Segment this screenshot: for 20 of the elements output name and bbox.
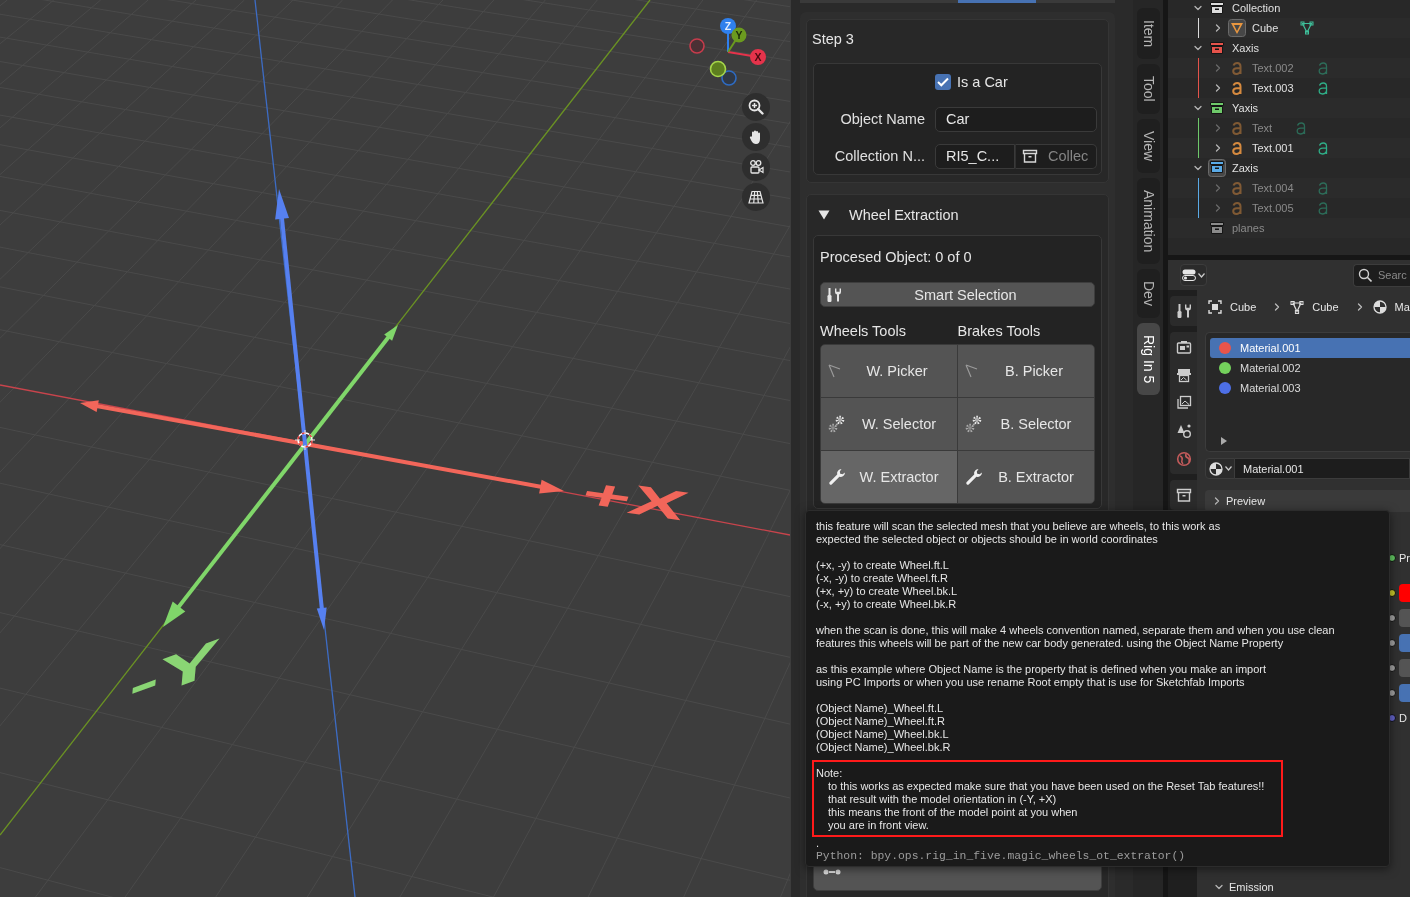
- x-axis-label: +X: [574, 469, 695, 529]
- y-axis-label: -Y: [127, 627, 222, 716]
- note-text: to this works as expected make sure that you have been used on the Reset Tab features!! that result with the model orientation in (-Y, +X) this means the front of the model point at you when you are in front view.: [827, 780, 1265, 832]
- tooltip-text: as this example where Object Name is the property that is defined when you make an import using PC Imports or when you use rename Root empty that is use for Sketchfab Imports: [816, 663, 1266, 689]
- column-heading: Wheels Tools: [820, 322, 907, 341]
- field-label: Collection N...: [833, 148, 925, 164]
- field-label: Object Name: [839, 111, 925, 127]
- input-label: D: [1399, 712, 1408, 724]
- tooltip-text: (+x, -y) to create Wheel.ft.L (-x, -y) to create Wheel.ft.R (+x, +y) to create Wheel.bk.L (-x, +y) to create Wheel.bk.R: [816, 559, 958, 611]
- panel-title: Wheel Extraction: [849, 207, 959, 223]
- panel-title: Step 3: [812, 30, 854, 47]
- column-heading: Brakes Tools: [957, 322, 1042, 341]
- tooltip-text: .: [816, 836, 820, 850]
- tooltip-text: when the scan is done, this will make 4 wheels convention named, separate them and when you use clean features this wheels will be part of the new car body generated. using the Object Name Property: [816, 624, 1335, 650]
- status-text: Procesed Object: 0 of 0: [820, 248, 973, 267]
- python-command: Python: bpy.ops.rig_in_five.magic_wheels_ot_extrator(): [816, 849, 1186, 863]
- tooltip-text: this feature will scan the selected mesh that you believe are wheels, to this work as expected the selected object or objects should be in world coordinates: [816, 520, 1221, 546]
- tooltip-text: (Object Name)_Wheel.ft.L (Object Name)_Wheel.ft.R (Object Name)_Wheel.bk.L (Object Name)_Wheel.bk.R: [816, 702, 951, 754]
- note-title: Note:: [816, 767, 844, 780]
- input-label: Pr: [1399, 552, 1410, 564]
